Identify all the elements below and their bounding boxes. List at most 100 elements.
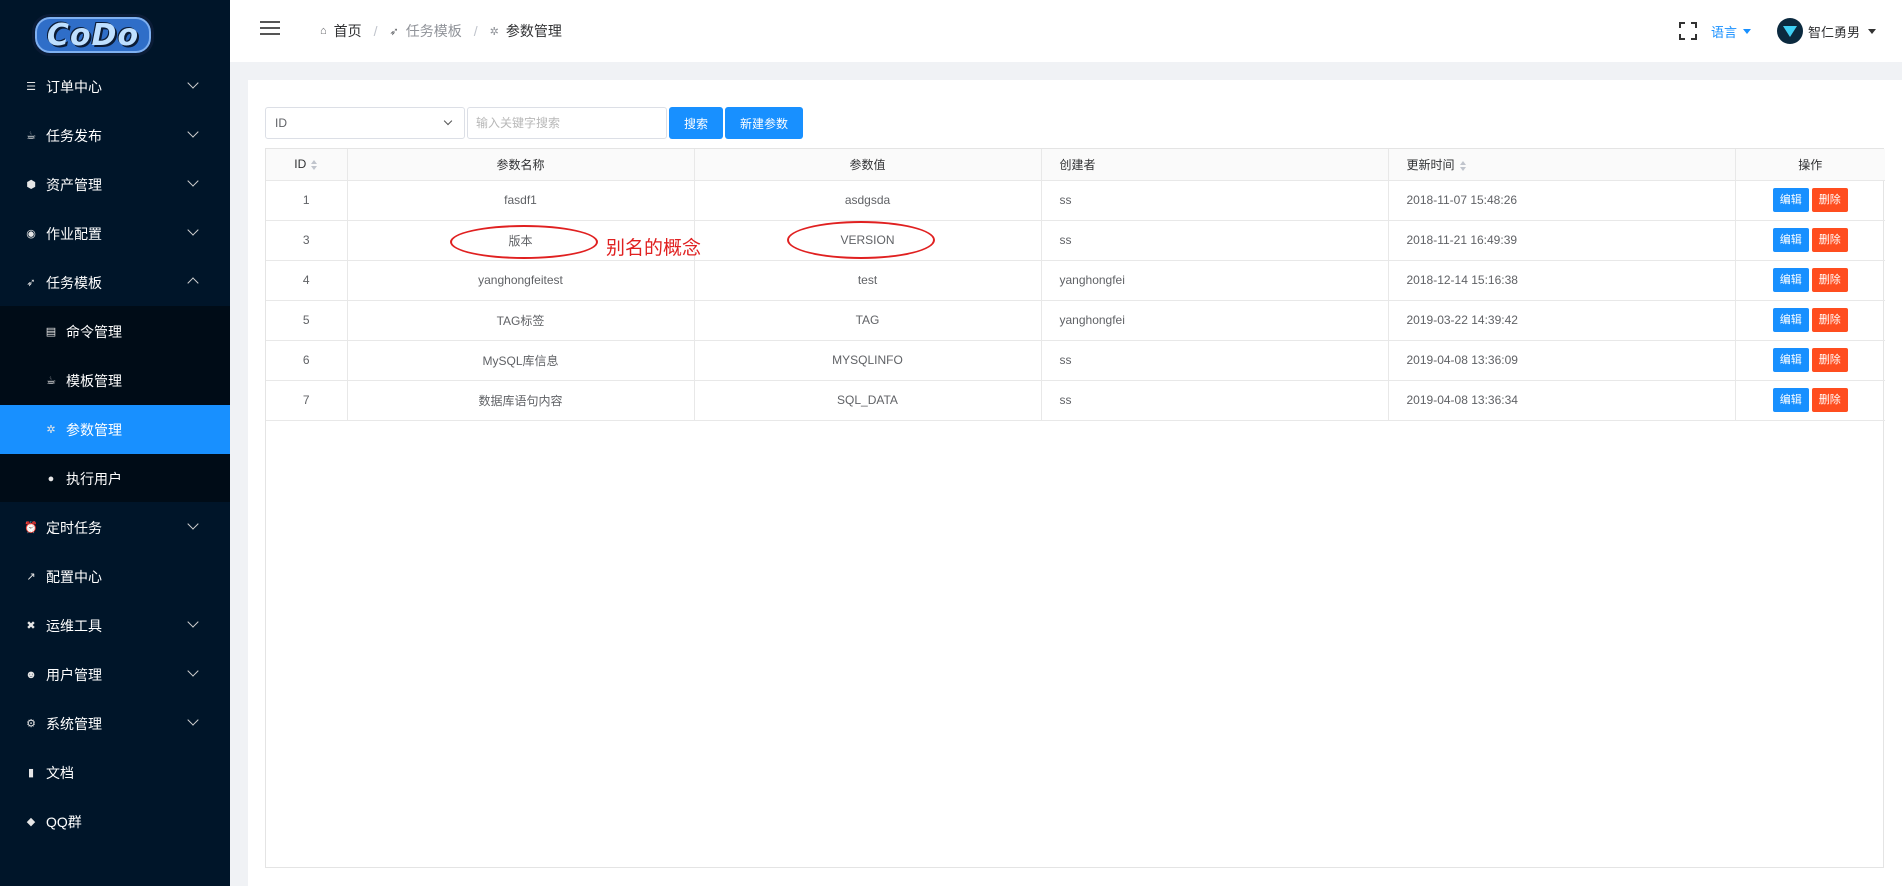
annotation-ellipse-value [787,221,935,259]
search-field-select[interactable]: ID [265,107,465,139]
delete-button[interactable]: 删除 [1811,308,1848,332]
cell-name: fasdf1 [347,180,695,221]
chevron-down-icon [187,714,199,726]
logo-badge: CoDo [32,14,154,56]
cell-id: 1 [266,180,348,221]
sidebar-item-label: 资产管理 [46,176,102,193]
delete-button[interactable]: 删除 [1811,348,1848,372]
sidebar-item[interactable]: ☕ 模板管理 [0,356,230,405]
annotation-text: 别名的概念 [606,238,702,259]
avatar[interactable] [1776,18,1803,44]
edit-button[interactable]: 编辑 [1772,308,1809,332]
cell-id: 5 [266,300,348,341]
chevron-down-icon [187,616,199,628]
fullscreen-icon[interactable] [1678,22,1697,40]
sort-icon[interactable] [1459,160,1467,171]
cell-id: 6 [266,340,348,381]
breadcrumb-current: ✲ 参数管理 [490,21,562,41]
sidebar-item[interactable]: ⏰ 定时任务 [0,503,230,552]
cell-value: test [694,260,1042,301]
cell-creator: ss [1041,340,1389,381]
bell-icon: ◆ [26,816,36,828]
cell-actions: 编辑 删除 [1735,380,1885,421]
logo[interactable]: CoDo [0,0,230,70]
chevron-down-icon [187,77,199,89]
username[interactable]: 智仁勇男 [1808,22,1860,41]
coffee-icon: ☕ [46,375,56,387]
cell-updated: 2019-04-08 13:36:09 [1388,340,1736,381]
delete-button[interactable]: 删除 [1811,268,1848,292]
users-icon: ☻ [25,668,37,681]
sidebar-item[interactable]: ▤ 命令管理 [0,307,230,356]
edit-button[interactable]: 编辑 [1772,388,1809,412]
caret-down-icon[interactable] [1742,28,1751,34]
annotation-ellipse-name [450,225,598,259]
sidebar-item-label: 模板管理 [66,372,122,389]
rocket-icon: ➶ [389,25,399,38]
language-dropdown[interactable]: 语言 [1711,22,1737,41]
menu-toggle-icon[interactable] [260,21,280,35]
cell-creator: ss [1041,380,1389,421]
sidebar-item[interactable]: ➶ 任务模板 [0,258,230,307]
sidebar-item[interactable]: ↗ 配置中心 [0,552,230,601]
cell-creator: ss [1041,220,1389,261]
snowflake-icon: ✲ [489,25,499,38]
chevron-down-icon [187,518,199,530]
cell-creator: ss [1041,180,1389,221]
sidebar-item-label: QQ群 [46,813,82,830]
sidebar-item[interactable]: ⬢ 资产管理 [0,160,230,209]
edit-button[interactable]: 编辑 [1772,268,1809,292]
cell-value: TAG [694,300,1042,341]
sidebar-item[interactable]: ◆ QQ群 [0,797,230,846]
list-icon: ☰ [26,81,36,93]
breadcrumb: ⌂ 首页 / ➶ 任务模板 / ✲ 参数管理 [320,21,562,41]
sidebar-item-label: 系统管理 [46,715,102,732]
breadcrumb-home[interactable]: ⌂ 首页 [320,21,362,41]
caret-down-icon[interactable] [1868,28,1876,34]
edit-button[interactable]: 编辑 [1772,348,1809,372]
sidebar-item[interactable]: ✲ 参数管理 [0,405,230,454]
search-field-select-value: ID [275,116,287,130]
breadcrumb-home-label: 首页 [333,23,362,39]
user-circle-icon: ● [47,472,55,485]
column-header-id[interactable]: ID [266,149,348,181]
sidebar-item-label: 任务发布 [46,127,102,144]
sidebar-item-label: 配置中心 [46,568,102,585]
edit-button[interactable]: 编辑 [1772,188,1809,212]
snowflake-icon: ✲ [46,424,56,436]
cell-name: 数据库语句内容 [347,380,695,421]
cell-value: MYSQLINFO [694,340,1042,381]
new-parameter-button[interactable]: 新建参数 [725,107,804,139]
edit-button[interactable]: 编辑 [1772,228,1809,252]
sidebar-item[interactable]: ◉ 作业配置 [0,209,230,258]
column-header-updated-label: 更新时间 [1406,157,1455,172]
sort-icon[interactable] [311,160,318,171]
search-input[interactable] [467,107,667,139]
cell-id: 4 [266,260,348,301]
sidebar-item[interactable]: ☻ 用户管理 [0,650,230,699]
breadcrumb-parent[interactable]: ➶ 任务模板 [390,21,462,41]
sidebar-item[interactable]: ▮ 文档 [0,748,230,797]
sidebar: CoDo ☰ 订单中心 ☕ 任务发布 ⬢ 资产管理 ◉ 作业配置 ➶ 任务模板 ▤ 命令管理 ☕ 模板管理… [0,0,230,886]
column-header-updated[interactable]: 更新时间 [1388,149,1736,181]
chevron-down-icon [187,126,199,138]
sidebar-item-label: 任务模板 [46,274,102,291]
tools-icon: ✖ [26,620,36,632]
sidebar-item[interactable]: ⚙ 系统管理 [0,699,230,748]
sidebar-item[interactable]: ☰ 订单中心 [0,62,230,111]
table-body: 1 fasdf1 asdgsda ss 2018-11-07 15:48:26 编辑 删除 3… [266,180,1885,421]
chevron-down-icon [187,175,199,187]
table-row: 4 yanghongfeitest test yanghongfei 2018-12-1… [266,260,1885,301]
cell-name: TAG标签 [347,300,695,341]
delete-button[interactable]: 删除 [1811,228,1848,252]
search-button[interactable]: 搜索 [669,107,724,139]
sidebar-item[interactable]: ● 执行用户 [0,454,230,503]
breadcrumb-current-label: 参数管理 [505,23,562,39]
delete-button[interactable]: 删除 [1811,188,1848,212]
sidebar-item[interactable]: ☕ 任务发布 [0,111,230,160]
cell-id: 3 [266,220,348,261]
breadcrumb-separator: / [373,23,378,39]
cell-updated: 2018-12-14 15:16:38 [1388,260,1736,301]
delete-button[interactable]: 删除 [1811,388,1848,412]
sidebar-item[interactable]: ✖ 运维工具 [0,601,230,650]
